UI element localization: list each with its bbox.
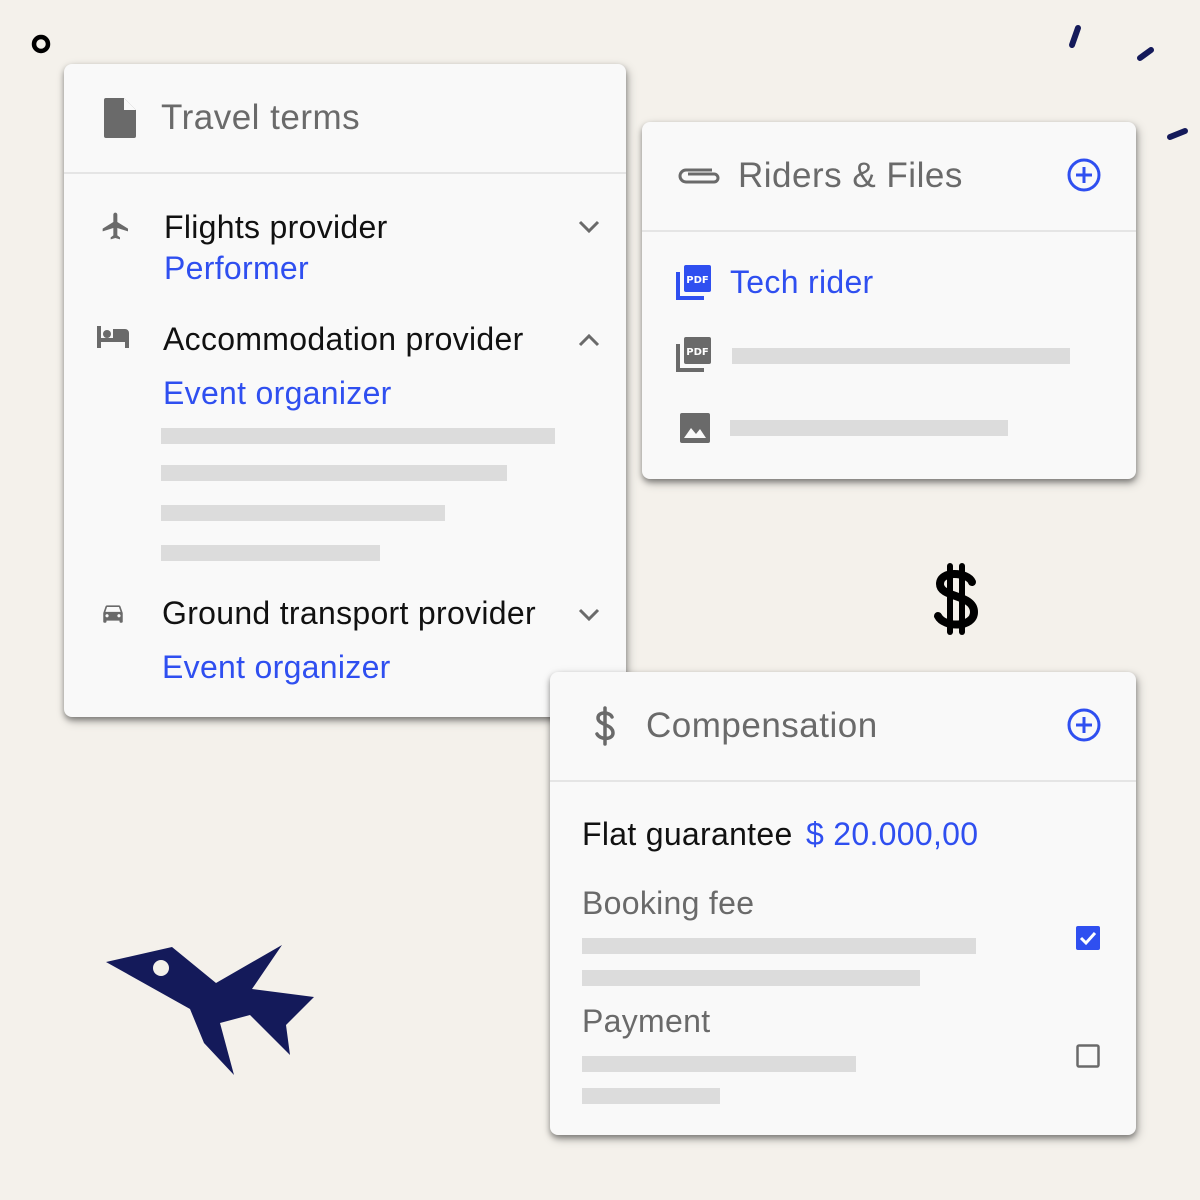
payment-label: Payment [582,1003,711,1039]
pdf-icon: PDF [676,265,711,300]
paperclip-icon [678,168,720,184]
travel-terms-title: Travel terms [161,98,361,137]
placeholder-line [161,465,507,481]
ground-transport-provider-value[interactable]: Event organizer [162,649,391,686]
placeholder-line [161,428,555,444]
svg-text:PDF: PDF [686,275,708,286]
placeholder-line [582,970,920,986]
riders-files-title: Riders & Files [738,156,963,195]
booking-fee-label: Booking fee [582,885,755,921]
placeholder-line [582,1056,856,1072]
flights-provider-value[interactable]: Performer [164,250,309,287]
tech-rider-file-name[interactable]: Tech rider [730,264,874,301]
svg-text:PDF: PDF [686,347,708,358]
pdf-icon: PDF [676,337,711,372]
accommodation-provider-value[interactable]: Event organizer [163,375,392,412]
decorative-airplane-icon [106,945,314,1075]
image-icon [680,413,710,443]
chevron-up-icon[interactable] [576,330,602,350]
compensation-header: Compensation [550,672,1136,782]
decorative-dollar-icon [934,563,979,635]
bed-icon [97,326,129,348]
placeholder-line [161,545,380,561]
decorative-dot-icon [31,34,51,54]
chevron-down-icon[interactable] [576,216,602,236]
placeholder-line [582,938,976,954]
compensation-title: Compensation [646,706,878,745]
add-circle-icon[interactable] [1066,157,1102,193]
payment-checkbox[interactable] [1076,1044,1100,1068]
car-icon [103,605,123,623]
travel-terms-header: Travel terms [64,64,626,174]
placeholder-line [582,1088,720,1104]
riders-files-card: Riders & Files PDF Tech rider PDF [642,122,1136,479]
travel-terms-card: Travel terms Flights provider Performer … [64,64,626,717]
chevron-down-icon[interactable] [576,604,602,624]
compensation-card: Compensation Flat guarantee $ 20.000,00 … [550,672,1136,1135]
accommodation-provider-label: Accommodation provider [163,321,524,357]
riders-files-header: Riders & Files [642,122,1136,232]
booking-fee-checkbox[interactable] [1076,926,1100,950]
flat-guarantee-label: Flat guarantee [582,816,793,852]
add-circle-icon[interactable] [1066,707,1102,743]
dollar-icon [595,706,615,746]
ground-transport-provider-label: Ground transport provider [162,595,536,631]
document-icon [104,98,136,138]
placeholder-line [730,420,1008,436]
flat-guarantee-value[interactable]: $ 20.000,00 [806,816,978,853]
airplane-icon [102,212,128,240]
flights-provider-label: Flights provider [164,209,388,245]
placeholder-line [161,505,445,521]
placeholder-line [732,348,1070,364]
